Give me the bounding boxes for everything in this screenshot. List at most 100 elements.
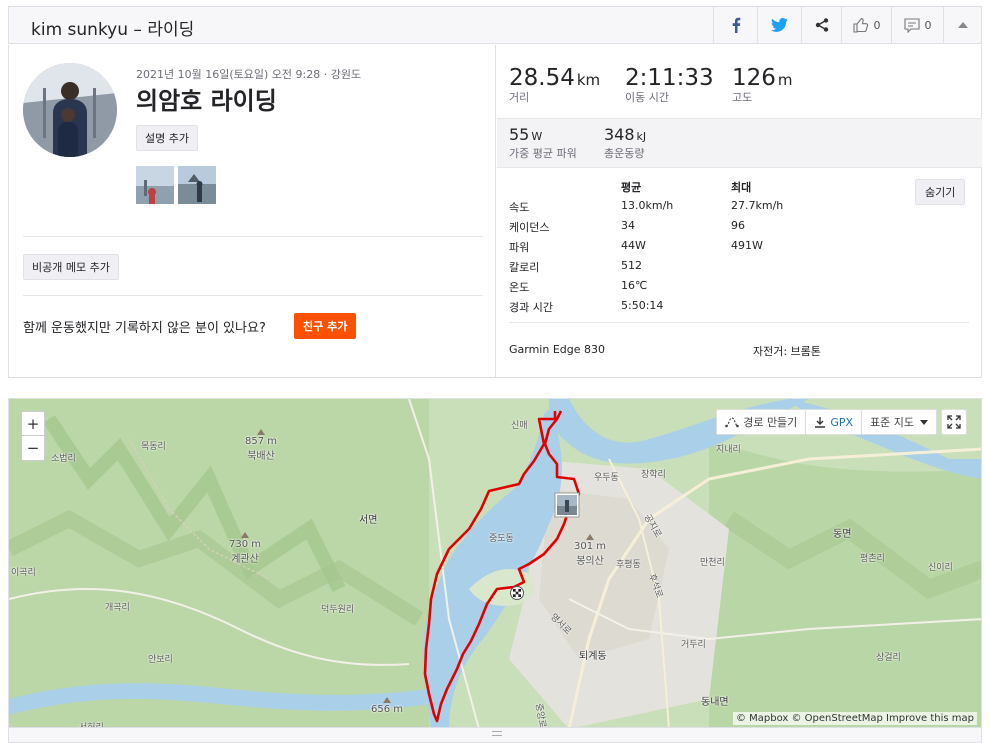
map-type-label: 표준 지도 [870, 416, 914, 429]
gpx-label: GPX [830, 415, 854, 429]
gpx-download-button[interactable]: GPX [806, 410, 863, 434]
peak-marker: 656 m [371, 697, 403, 715]
activity-date-location: 2021년 10월 16일(토요일) 오전 9:28 · 강원도 [136, 68, 362, 81]
twitter-share-button[interactable] [757, 7, 801, 43]
map-label: 만천리 [700, 558, 725, 568]
row-avg: 44W [621, 239, 646, 252]
divider [509, 322, 969, 323]
power-unit: W [531, 130, 543, 143]
activity-title: 의암호 라이딩 [136, 87, 277, 115]
row-label: 칼로리 [509, 261, 540, 274]
grip-icon [492, 731, 502, 736]
elevation-value: 126 [732, 65, 776, 91]
column-header-max: 최대 [731, 181, 752, 194]
kudos-button[interactable]: 0 [841, 7, 891, 43]
map-resize-handle[interactable] [8, 728, 982, 743]
bike-name: 자전거: 브롬톤 [753, 345, 821, 358]
table-row: 경과 시간 5:50:14 [509, 299, 809, 319]
add-description-button[interactable]: 설명 추가 [136, 125, 198, 151]
map-label: 동면 [833, 529, 852, 540]
map-label: 상걸리 [876, 653, 901, 663]
comment-button[interactable]: 0 [891, 7, 943, 43]
map-toolbar: 경로 만들기 GPX 표준 지도 [716, 409, 937, 435]
photo-marker[interactable] [554, 492, 580, 518]
row-max: 491W [731, 239, 763, 252]
zoom-out-button[interactable]: − [22, 436, 44, 460]
peak-name: 봉의산 [576, 556, 604, 567]
row-max: 96 [731, 219, 745, 232]
table-row: 온도 16℃ [509, 279, 809, 299]
activity-details-left: 2021년 10월 16일(토요일) 오전 9:28 · 강원도 의암호 라이딩… [9, 45, 496, 377]
distance-label: 거리 [509, 91, 530, 104]
collapse-button[interactable] [943, 7, 981, 43]
device-name: Garmin Edge 830 [509, 343, 606, 356]
distance-value: 28.54 [509, 65, 575, 91]
add-friend-button[interactable]: 친구 추가 [294, 313, 357, 339]
activity-stats: 28.54 km 거리 2:11:33 이동 시간 126 m 고도 55 W 가중 … [497, 45, 982, 377]
map-label: 우두동 [594, 473, 619, 483]
twitter-icon [771, 18, 788, 32]
row-label: 속도 [509, 201, 530, 214]
zoom-controls: + − [21, 411, 45, 461]
peak-marker: 301 m 봉의산 [574, 534, 606, 567]
page-title: kim sunkyu – 라이딩 [31, 20, 195, 40]
table-row: 칼로리 512 [509, 259, 809, 279]
map-label: 중도동 [489, 534, 514, 544]
energy-label: 총운동량 [604, 147, 645, 160]
kudos-count: 0 [873, 18, 881, 32]
table-row: 파워 44W 491W [509, 239, 809, 259]
peak-elevation: 301 m [574, 541, 607, 552]
map-label: 소법리 [51, 454, 76, 464]
row-label: 온도 [509, 281, 530, 294]
share-icon [815, 18, 828, 32]
facebook-share-button[interactable] [713, 7, 757, 43]
moving-time-value: 2:11:33 [625, 65, 714, 91]
energy-value: 348 [604, 125, 635, 144]
row-avg: 13.0km/h [621, 199, 674, 212]
comment-icon [903, 17, 920, 33]
row-label: 케이던스 [509, 221, 550, 234]
facebook-icon [732, 17, 740, 33]
row-max: 27.7km/h [731, 199, 784, 212]
map-label: 개곡리 [105, 603, 130, 613]
secondary-stats: 55 W 가중 평균 파워 348 kJ 총운동량 [497, 118, 982, 168]
map-label: 퇴계동 [579, 651, 607, 662]
share-button[interactable] [801, 7, 841, 43]
activity-photo[interactable] [136, 166, 174, 204]
activity-summary: 2021년 10월 16일(토요일) 오전 9:28 · 강원도 의암호 라이딩… [8, 45, 982, 378]
avatar[interactable] [23, 63, 117, 157]
route-map[interactable]: 신매 목동리 소법리 서면 우두동 장학리 지내리 중도동 이곡리 개곡리 덕두… [8, 398, 982, 728]
map-label: 평촌리 [860, 554, 885, 564]
map-label: 덕두원리 [321, 605, 355, 615]
route-builder-button[interactable]: 경로 만들기 [717, 410, 807, 434]
row-avg: 16℃ [621, 279, 648, 292]
divider [23, 295, 483, 296]
peak-marker: 730 m 계관산 [229, 532, 261, 565]
zoom-in-button[interactable]: + [22, 412, 44, 436]
map-label: 목동리 [141, 442, 166, 452]
peak-elevation: 730 m [229, 539, 262, 550]
fullscreen-button[interactable] [941, 409, 967, 435]
activity-photo[interactable] [178, 166, 216, 204]
elevation-unit: m [777, 71, 793, 89]
power-value: 55 [509, 125, 530, 144]
peak-name: 북배산 [247, 451, 275, 462]
header-actions: 0 0 [713, 7, 981, 43]
stat-elevation: 126 m 고도 [732, 65, 793, 105]
thumbs-up-icon [852, 17, 868, 33]
route-builder-icon [725, 417, 740, 428]
map-label: 지내리 [716, 445, 741, 455]
peak-elevation: 857 m [245, 436, 278, 447]
map-label: 장학리 [641, 470, 666, 480]
hide-details-button[interactable]: 숨기기 [915, 179, 966, 205]
map-attribution[interactable]: © Mapbox © OpenStreetMap Improve this ma… [732, 712, 977, 725]
map-label: 거두리 [681, 640, 706, 650]
column-header-avg: 평균 [621, 181, 642, 194]
stat-total-work: 348 kJ 총운동량 [604, 125, 646, 161]
map-type-dropdown[interactable]: 표준 지도 [862, 410, 936, 434]
route-builder-label: 경로 만들기 [743, 416, 798, 429]
peak-marker: 857 m 북배산 [245, 429, 277, 462]
divider [23, 236, 483, 237]
caret-down-icon [920, 419, 928, 425]
add-private-note-button[interactable]: 비공개 메모 추가 [23, 254, 119, 280]
